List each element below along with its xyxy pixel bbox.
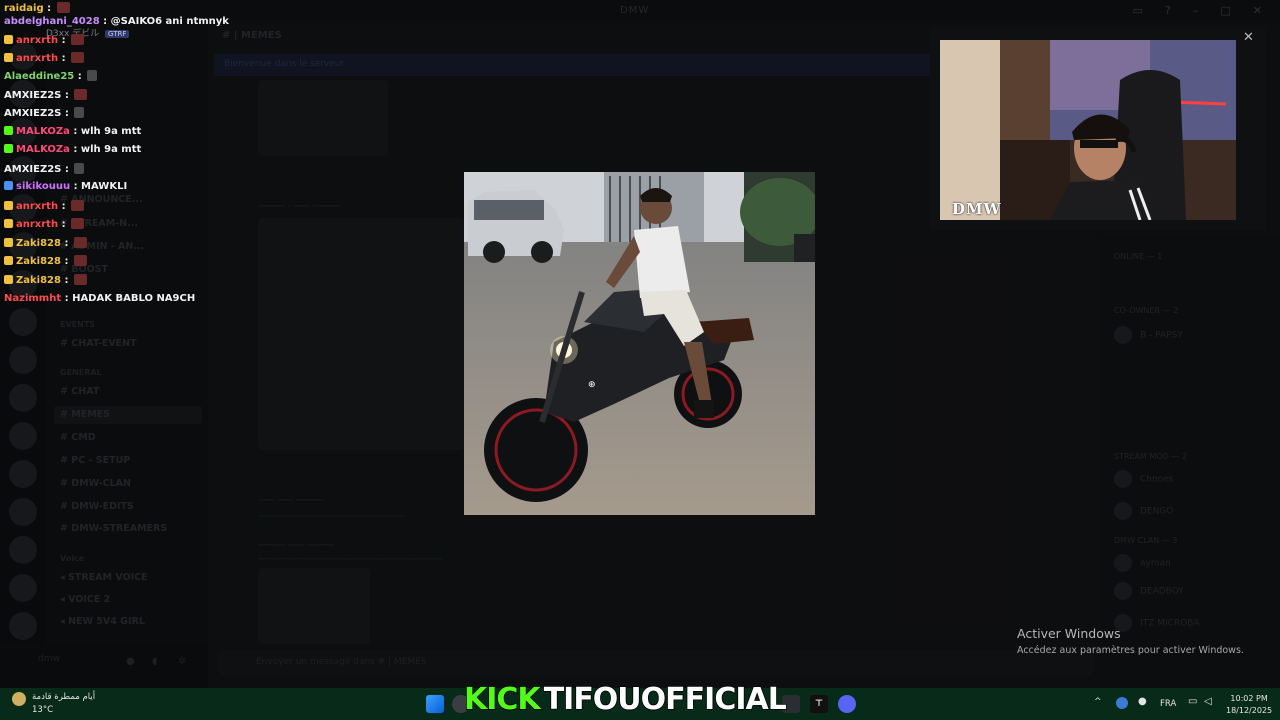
chat-message: sikikouuu : MAWKLI — [4, 181, 127, 199]
microphone-icon[interactable]: ● — [1138, 696, 1147, 707]
image-viewer-photo[interactable] — [464, 172, 815, 515]
chat-message: MALKOZa : wlh 9a mtt — [4, 126, 141, 144]
chat-message: Zaki828 : — [4, 237, 87, 255]
emote-icon — [71, 34, 85, 45]
weather-icon — [12, 692, 26, 706]
network-icon[interactable]: ▭ — [1188, 696, 1197, 707]
emote-icon — [74, 89, 88, 100]
chat-message: Zaki828 : — [4, 274, 87, 292]
tray-overflow-chevron[interactable]: ^ — [1094, 697, 1102, 707]
capcut-app-icon[interactable]: ⊤ — [810, 695, 828, 713]
subscriber-badge-icon — [4, 256, 13, 265]
subscriber-badge-icon — [4, 53, 13, 62]
emote-icon — [71, 218, 85, 229]
chat-message: abdelghani_4028 : @SAIKO6 ani ntmnyk — [4, 16, 229, 27]
chat-message: anrxrth : — [4, 200, 85, 218]
subscriber-badge-icon — [4, 201, 13, 210]
chat-message: AMXIEZ2S : — [4, 163, 85, 181]
webcam-logo: DMW — [952, 200, 1002, 218]
windows-start-icon[interactable] — [426, 695, 444, 713]
activate-windows-watermark: Activer Windows Accédez aux paramètres p… — [1017, 626, 1244, 656]
system-clock[interactable]: 10:02 PM 18/12/2025 — [1226, 693, 1272, 717]
clock-time: 10:02 PM — [1230, 694, 1268, 703]
stream-branding: KICK TIFOUOFFICIAL — [463, 681, 788, 718]
emote-icon — [74, 107, 85, 118]
channel-name: TIFOUOFFICIAL — [543, 681, 788, 718]
language-indicator[interactable]: FRA — [1160, 699, 1176, 709]
chat-message: Alaeddine25 : — [4, 70, 98, 88]
onedrive-icon[interactable] — [1116, 697, 1128, 709]
emote-icon — [73, 237, 87, 248]
chat-message: AMXIEZ2S : — [4, 89, 88, 107]
emote-icon — [71, 200, 85, 211]
weather-temperature: 13°C — [32, 705, 54, 715]
chat-message: Zaki828 : — [4, 255, 87, 273]
verified-badge-icon — [4, 181, 13, 190]
close-viewer-button[interactable]: ✕ — [1243, 30, 1254, 45]
subscriber-badge-icon — [4, 275, 13, 284]
subscriber-badge-icon — [4, 219, 13, 228]
emote-icon — [56, 2, 70, 13]
subscriber-badge-icon — [4, 238, 13, 247]
moderator-badge-icon — [4, 126, 13, 135]
screen: DMW ▭ ? – □ ✕ # ANNOUNCE... # STREAM-N..… — [0, 0, 1280, 720]
emote-icon — [74, 163, 85, 174]
emote-icon — [71, 52, 85, 63]
weather-description: أيام ممطرة قادمة — [32, 692, 96, 702]
volume-icon[interactable]: ◁ — [1204, 696, 1212, 707]
clock-date: 18/12/2025 — [1226, 706, 1273, 715]
zoom-cursor-icon: ⊕ — [588, 380, 596, 390]
kick-logo: KICK — [463, 681, 541, 718]
emote-icon — [73, 274, 87, 285]
activate-windows-subtext: Accédez aux paramètres pour activer Wind… — [1017, 645, 1244, 656]
emote-icon — [87, 70, 98, 81]
chat-message: Nazimmht : HADAK BABLO NA9CH — [4, 293, 196, 304]
webcam-feed: DMW — [940, 40, 1236, 220]
webcam-video — [940, 40, 1236, 220]
emote-icon — [73, 255, 87, 266]
motorbike-photo — [464, 172, 815, 515]
chat-message: anrxrth : — [4, 218, 85, 236]
chat-message: anrxrth : — [4, 52, 85, 70]
activate-windows-heading: Activer Windows — [1017, 626, 1121, 641]
chat-message: MALKOZa : wlh 9a mtt — [4, 144, 141, 162]
discord-app-icon[interactable] — [838, 695, 856, 713]
subscriber-badge-icon — [4, 35, 13, 44]
webcam-overlay: DMW — [930, 28, 1266, 230]
chat-message: AMXIEZ2S : — [4, 107, 85, 125]
chat-message: anrxrth : — [4, 34, 85, 52]
moderator-badge-icon — [4, 144, 13, 153]
